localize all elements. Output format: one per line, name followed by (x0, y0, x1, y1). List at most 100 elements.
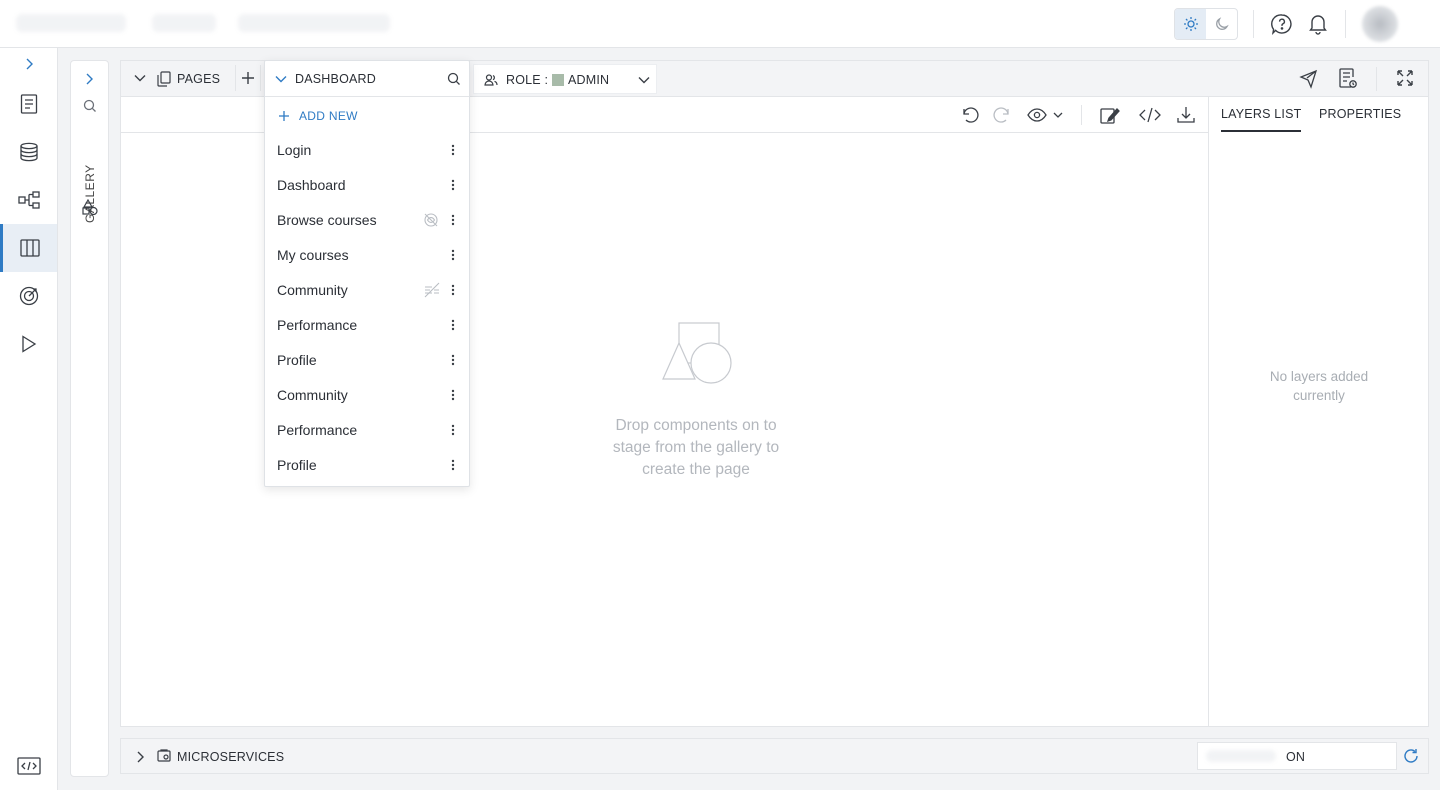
chevron-down-icon (638, 75, 650, 85)
page-name: Community (277, 282, 348, 298)
tab-layers-list[interactable]: LAYERS LIST (1221, 107, 1302, 132)
refresh-icon[interactable] (1403, 748, 1419, 764)
plus-icon (279, 111, 289, 121)
project-selector[interactable] (238, 14, 390, 32)
avatar[interactable] (1362, 6, 1398, 42)
divider (1376, 67, 1377, 91)
more-options-icon[interactable] (449, 423, 457, 437)
target-icon[interactable] (0, 272, 57, 320)
add-page-button[interactable] (235, 65, 261, 91)
hidden-nav-icon[interactable] (423, 282, 440, 298)
document-icon[interactable] (0, 80, 57, 128)
redo-icon[interactable] (992, 105, 1012, 125)
theme-toggle[interactable] (1174, 8, 1238, 40)
more-options-icon[interactable] (449, 388, 457, 402)
service-status[interactable]: ON (1197, 742, 1397, 770)
role-value: ADMIN (568, 73, 610, 87)
help-icon[interactable] (1270, 12, 1294, 36)
code-icon[interactable] (0, 742, 57, 790)
sun-icon[interactable] (1175, 9, 1206, 39)
plus-icon (242, 72, 254, 84)
page-name: Browse courses (277, 212, 377, 228)
more-options-icon[interactable] (449, 353, 457, 367)
shapes-placeholder-icon (661, 321, 791, 385)
code-view-icon[interactable] (1138, 105, 1162, 125)
pages-copy-icon (157, 71, 171, 87)
role-label: ROLE : (506, 73, 549, 87)
more-options-icon[interactable] (449, 458, 457, 472)
pages-icon[interactable] (0, 224, 57, 272)
users-icon (484, 73, 498, 87)
chevron-down-icon[interactable] (134, 73, 146, 83)
page-list-item[interactable]: Community (265, 272, 469, 307)
more-options-icon[interactable] (449, 248, 457, 262)
page-list-item[interactable]: Performance (265, 412, 469, 447)
page-dropdown: DASHBOARD ADD NEW Login Dashboard Browse c… (264, 60, 470, 487)
more-options-icon[interactable] (449, 213, 457, 227)
page-list-item[interactable]: Login (265, 132, 469, 167)
page-list-item[interactable]: Community (265, 377, 469, 412)
more-options-icon[interactable] (449, 283, 457, 297)
more-options-icon[interactable] (449, 143, 457, 157)
expand-gallery-icon[interactable] (84, 73, 94, 85)
publish-rocket-icon[interactable] (1298, 69, 1318, 89)
page-list-item[interactable]: Profile (265, 447, 469, 482)
download-icon[interactable] (1176, 105, 1196, 125)
stage-empty-state: Drop components on to stage from the gal… (601, 321, 791, 481)
database-icon[interactable] (0, 128, 57, 176)
tab-properties[interactable]: PROPERTIES (1319, 107, 1401, 130)
preview-menu[interactable] (1027, 105, 1067, 125)
more-options-icon[interactable] (449, 318, 457, 332)
no-layers-text: No layers added currently (1269, 369, 1369, 403)
chevron-down-icon (275, 74, 287, 84)
right-panel: LAYERS LIST PROPERTIES No layers added c… (1208, 97, 1429, 727)
microservices-bar: MICROSERVICES ON (120, 738, 1429, 774)
page-list-item[interactable]: Profile (265, 342, 469, 377)
add-new-label: ADD NEW (299, 109, 358, 123)
page-name: Performance (277, 317, 358, 333)
left-rail (0, 48, 58, 790)
divider (1345, 10, 1346, 38)
divider (1253, 10, 1254, 38)
page-list-item[interactable]: Dashboard (265, 167, 469, 202)
search-icon[interactable] (83, 99, 97, 113)
page-name: Profile (277, 457, 317, 473)
chevron-right-icon[interactable] (135, 751, 145, 763)
play-icon[interactable] (0, 320, 57, 368)
page-list-item[interactable]: Performance (265, 307, 469, 342)
more-options-icon[interactable] (449, 178, 457, 192)
bell-icon[interactable] (1306, 12, 1330, 36)
eye-off-icon[interactable] (423, 212, 439, 228)
page-name: Dashboard (277, 177, 346, 193)
add-new-page-button[interactable]: ADD NEW (279, 109, 358, 123)
app-logo[interactable] (16, 14, 126, 32)
page-name: Performance (277, 422, 358, 438)
page-name: Community (277, 387, 348, 403)
selected-page-label: DASHBOARD (295, 72, 376, 86)
page-name: Login (277, 142, 312, 158)
page-name: Profile (277, 352, 317, 368)
workflow-icon[interactable] (0, 176, 57, 224)
page-name: My courses (277, 247, 349, 263)
stage-empty-text: Drop components on to stage from the gal… (612, 417, 780, 478)
top-bar (0, 0, 1440, 48)
fullscreen-icon[interactable] (1396, 69, 1414, 87)
microservices-label: MICROSERVICES (177, 750, 285, 764)
search-icon[interactable] (447, 72, 461, 86)
moon-icon[interactable] (1206, 9, 1237, 39)
dropdown-header[interactable]: DASHBOARD (265, 61, 469, 97)
divider (1081, 105, 1082, 125)
page-list-item[interactable]: Browse courses (265, 202, 469, 237)
role-selector[interactable]: ROLE : ADMIN (473, 64, 657, 94)
undo-icon[interactable] (960, 105, 980, 125)
edit-page-icon[interactable] (1100, 105, 1120, 125)
page-list-item[interactable]: My courses (265, 237, 469, 272)
expand-rail-icon[interactable] (0, 48, 57, 80)
pages-label: PAGES (177, 72, 221, 86)
gallery-panel: GALLERY (70, 60, 109, 777)
status-value: ON (1286, 750, 1306, 764)
role-color-swatch (552, 74, 564, 86)
project-menu[interactable] (152, 14, 216, 32)
page-settings-icon[interactable] (1338, 68, 1358, 90)
shapes-icon[interactable] (82, 199, 98, 215)
